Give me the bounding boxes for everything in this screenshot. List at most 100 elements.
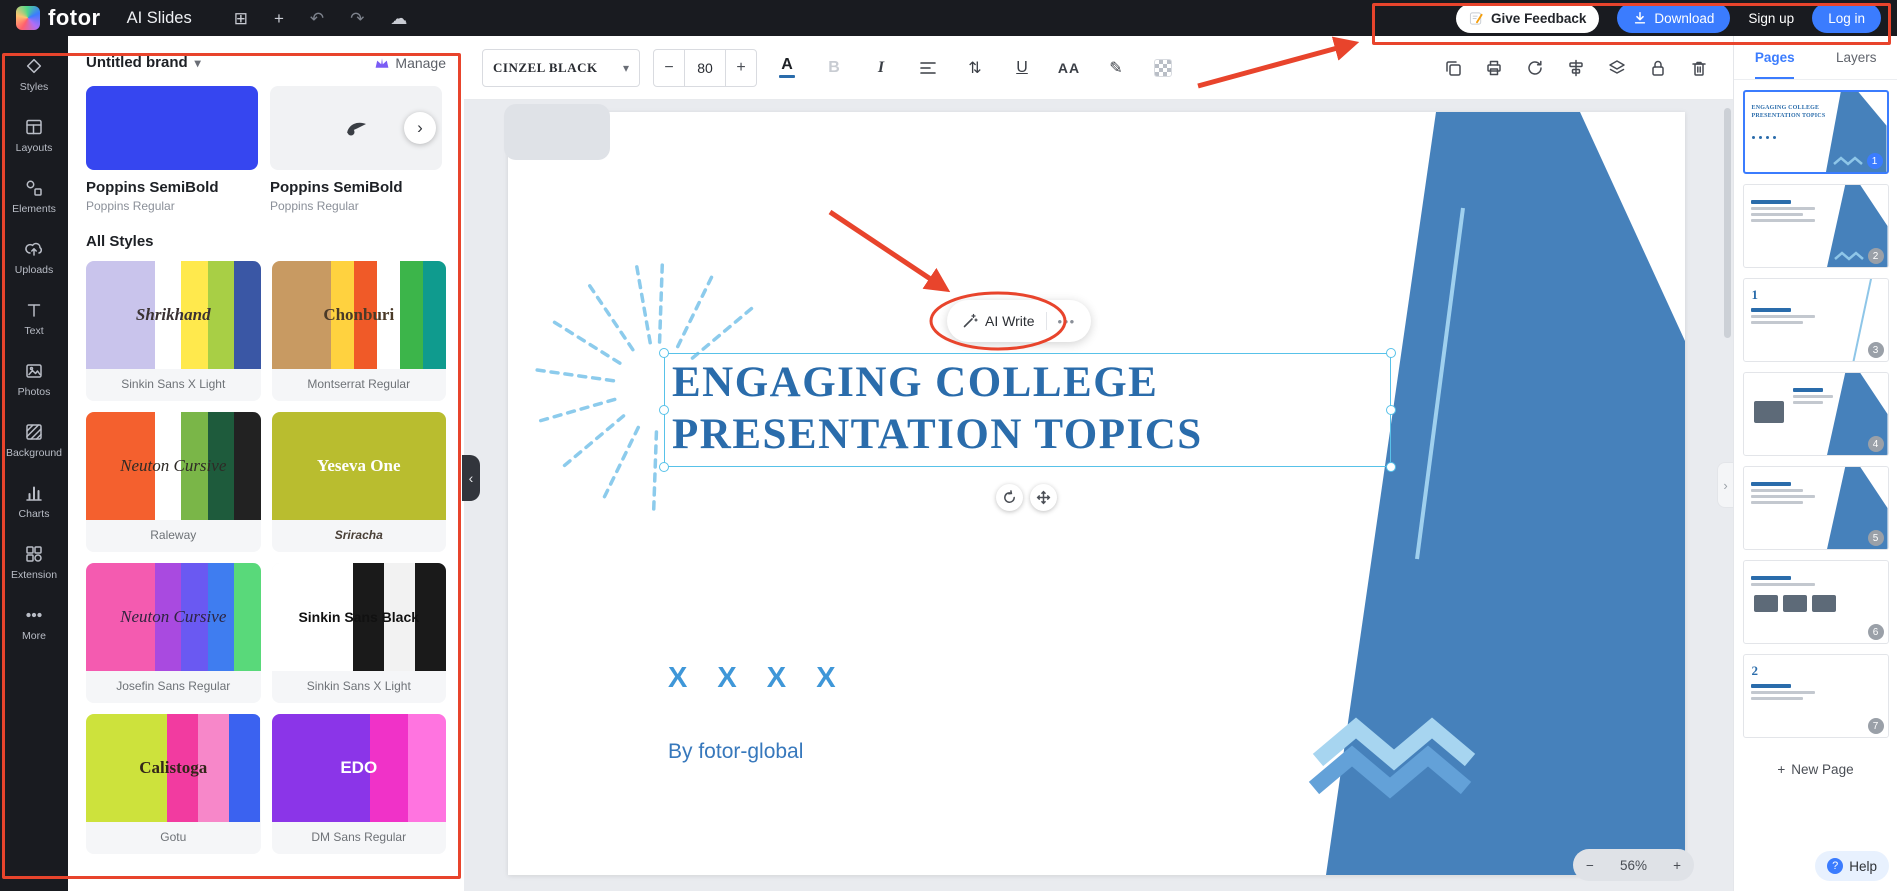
decrease-font-size-button[interactable]: −	[654, 59, 684, 77]
style-card-calistoga[interactable]: Calistoga Gotu	[86, 714, 261, 854]
style-font-name: EDO	[272, 714, 447, 822]
canvas-scrollbar[interactable]	[1724, 108, 1731, 338]
page-thumbnail-7[interactable]: 2 7	[1743, 654, 1889, 738]
delete-button[interactable]	[1683, 52, 1715, 84]
sign-up-link[interactable]: Sign up	[1748, 11, 1794, 26]
print-button[interactable]	[1478, 52, 1510, 84]
style-card-chonburi[interactable]: Chonburi Montserrat Regular	[272, 261, 447, 401]
rotate-handle[interactable]	[996, 484, 1023, 511]
editor-main: Cinzel Black ▾ − 80 + A B I ⇅ U AA ✎	[464, 36, 1733, 891]
transparency-button[interactable]	[1146, 51, 1180, 85]
font-size-value[interactable]: 80	[684, 50, 726, 86]
byline-text[interactable]: By fotor-global	[668, 740, 803, 764]
page-thumbnail-6[interactable]: 6	[1743, 560, 1889, 644]
brand-cards-next-button[interactable]: ›	[404, 112, 436, 144]
slide[interactable]: ENGAGING COLLEGE PRESENTATION TOPICS AI …	[508, 112, 1685, 875]
title-textbox[interactable]: ENGAGING COLLEGE PRESENTATION TOPICS	[664, 353, 1391, 467]
page-thumbnail-3[interactable]: 1 3	[1743, 278, 1889, 362]
style-card-neuton-cursive[interactable]: Neuton Cursive Raleway	[86, 412, 261, 552]
selection-handle[interactable]	[659, 405, 669, 415]
redo-icon[interactable]: ↷	[350, 10, 364, 27]
style-font-name: Sinkin Sans Black	[272, 563, 447, 671]
sidebar-item-text[interactable]: Text	[0, 288, 68, 349]
align-left-icon	[919, 60, 937, 76]
selection-handle[interactable]	[659, 348, 669, 358]
brand-dropdown[interactable]: Untitled brand ▾	[86, 54, 201, 71]
cloud-save-icon[interactable]: ☁	[390, 10, 407, 27]
download-label: Download	[1654, 11, 1714, 26]
duplicate-button[interactable]	[1437, 52, 1469, 84]
grid-view-icon[interactable]: ⊞	[234, 10, 248, 27]
font-size-stepper: − 80 +	[653, 49, 757, 87]
download-button[interactable]: Download	[1617, 3, 1730, 33]
sidebar-item-charts[interactable]: Charts	[0, 471, 68, 532]
lock-button[interactable]	[1642, 52, 1674, 84]
sidebar-item-layouts[interactable]: Layouts	[0, 105, 68, 166]
zoom-out-button[interactable]: −	[1586, 858, 1594, 873]
layers-button[interactable]	[1601, 52, 1633, 84]
pages-panel: Pages Layers ENGAGING COLLEGE PRESENTATI…	[1733, 36, 1897, 891]
editor-canvas[interactable]: ENGAGING COLLEGE PRESENTATION TOPICS AI …	[464, 100, 1733, 891]
ai-write-button[interactable]: AI Write	[962, 313, 1035, 329]
zoom-in-button[interactable]: +	[1673, 858, 1681, 873]
decorative-x-row[interactable]: X X X X	[668, 662, 847, 695]
sidebar-item-more[interactable]: More	[0, 593, 68, 654]
tab-layers[interactable]: Layers	[1816, 36, 1897, 79]
style-card-shrikhand[interactable]: Shrikhand Sinkin Sans X Light	[86, 261, 261, 401]
move-handle[interactable]	[1030, 484, 1057, 511]
style-card-sinkin-sans-black[interactable]: Sinkin Sans Black Sinkin Sans X Light	[272, 563, 447, 703]
give-feedback-button[interactable]: Give Feedback	[1456, 4, 1599, 33]
highlight-pen-button[interactable]: ✎	[1099, 51, 1133, 85]
add-icon[interactable]: +	[274, 10, 284, 27]
page-thumbnail-4[interactable]: 4	[1743, 372, 1889, 456]
bold-button[interactable]: B	[817, 51, 851, 85]
manage-brand-button[interactable]: Manage	[374, 55, 446, 71]
style-card-neuton-cursive-2[interactable]: Neuton Cursive Josefin Sans Regular	[86, 563, 261, 703]
fotor-logo[interactable]: fotor	[16, 5, 101, 31]
brand-style-card[interactable]: Poppins SemiBold Poppins Regular	[270, 86, 442, 213]
log-in-button[interactable]: Log in	[1812, 3, 1881, 33]
sidebar-item-elements[interactable]: Elements	[0, 166, 68, 227]
sidebar-item-extension[interactable]: Extension	[0, 532, 68, 593]
selection-handle[interactable]	[1386, 405, 1396, 415]
letter-case-button[interactable]: AA	[1052, 51, 1086, 85]
refresh-button[interactable]	[1519, 52, 1551, 84]
style-card-yeseva-one[interactable]: Yeseva One Sriracha	[272, 412, 447, 552]
help-button[interactable]: ? Help	[1815, 851, 1889, 881]
photos-icon	[24, 361, 44, 381]
selection-handle[interactable]	[659, 462, 669, 472]
style-card-edo[interactable]: EDO DM Sans Regular	[272, 714, 447, 854]
undo-icon[interactable]: ↶	[310, 10, 324, 27]
sidebar-item-uploads[interactable]: Uploads	[0, 227, 68, 288]
new-page-button[interactable]: + New Page	[1734, 762, 1897, 777]
zoom-value[interactable]: 56%	[1620, 858, 1647, 873]
page-thumbnail-5[interactable]: 5	[1743, 466, 1889, 550]
align-button[interactable]	[911, 51, 945, 85]
brand-glyph-icon	[343, 117, 369, 139]
panel-expand-tab[interactable]: ›	[1717, 462, 1733, 508]
background-icon	[24, 422, 44, 442]
increase-font-size-button[interactable]: +	[726, 59, 756, 77]
fotor-wordmark: fotor	[48, 5, 101, 31]
page-thumbnail-2[interactable]: 2	[1743, 184, 1889, 268]
font-family-select[interactable]: Cinzel Black ▾	[482, 49, 640, 87]
style-font-name: Neuton Cursive	[86, 412, 261, 520]
brand-style-card[interactable]: Poppins SemiBold Poppins Regular	[86, 86, 258, 213]
tab-pages[interactable]: Pages	[1734, 36, 1816, 79]
selection-handle[interactable]	[1386, 348, 1396, 358]
text-color-button[interactable]: A	[770, 51, 804, 85]
sidebar-item-styles[interactable]: Styles	[0, 44, 68, 105]
italic-button[interactable]: I	[864, 51, 898, 85]
sidebar-item-background[interactable]: Background	[0, 410, 68, 471]
slide-title-line1: ENGAGING COLLEGE	[672, 357, 1390, 409]
styles-grid: Shrikhand Sinkin Sans X Light Chonburi M…	[86, 261, 446, 854]
more-options-button[interactable]: •••	[1058, 314, 1076, 329]
sidebar-item-photos[interactable]: Photos	[0, 349, 68, 410]
align-objects-button[interactable]	[1560, 52, 1592, 84]
page-thumbnail-1[interactable]: ENGAGING COLLEGE PRESENTATION TOPICS 1	[1743, 90, 1889, 174]
line-spacing-button[interactable]: ⇅	[958, 51, 992, 85]
panel-collapse-tab[interactable]: ‹	[462, 455, 480, 501]
underline-button[interactable]: U	[1005, 51, 1039, 85]
selection-handle[interactable]	[1386, 462, 1396, 472]
thumb-wave-icon	[1833, 156, 1863, 166]
